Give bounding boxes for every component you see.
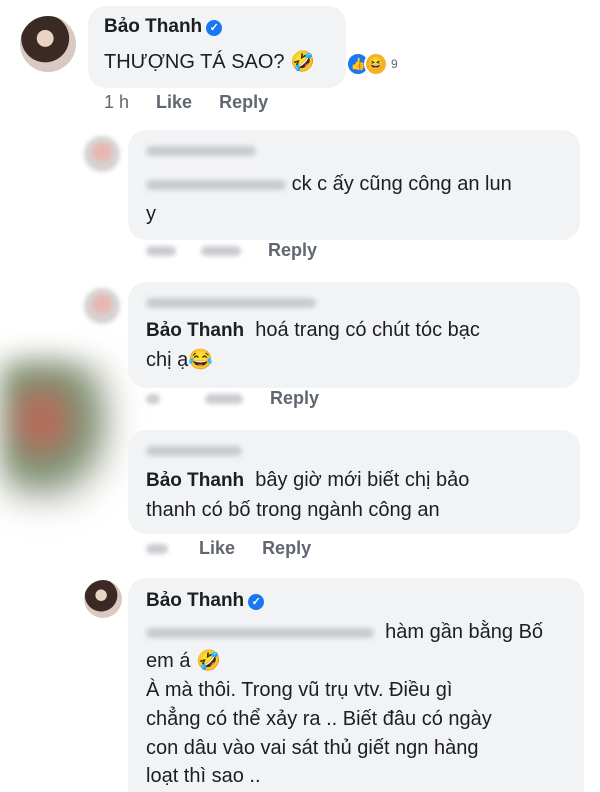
avatar[interactable]: [20, 16, 76, 72]
blurred-background-image: [0, 360, 120, 510]
reply-author[interactable]: Bảo Thanh: [146, 590, 244, 611]
blurred-tag: [146, 627, 374, 638]
reply-text-row: ck c ấy cũng công an lun: [146, 170, 512, 199]
reply-text-row: chị ạ😂: [146, 346, 213, 375]
laughing-emoji-icon: 😂: [188, 349, 214, 371]
reply-text-line: con dâu vào vai sát thủ giết ngn hàng: [146, 737, 479, 759]
laughing-emoji-icon: 🤣: [290, 51, 316, 73]
avatar[interactable]: [84, 136, 120, 172]
comment-author[interactable]: Bảo Thanh: [104, 16, 202, 37]
like-link[interactable]: Like: [199, 538, 235, 558]
reply-bubble: Bảo Thanh ✓ hàm gần bằng Bố em á 🤣 À mà t…: [128, 578, 584, 792]
reply-text-row: em á 🤣: [146, 647, 221, 676]
reply-text-line: chẳng có thể xảy ra .. Biết đâu có ngày: [146, 708, 492, 730]
blurred-author-name: [146, 445, 242, 456]
reply-text-line: hàm gần bằng Bố: [385, 621, 544, 643]
avatar[interactable]: [84, 288, 120, 324]
like-link[interactable]: Like: [156, 92, 192, 112]
reply-meta: Like Reply: [146, 538, 333, 559]
reply-meta: Reply: [146, 388, 341, 409]
reply-text-line: chị ạ: [146, 349, 189, 371]
reply-link[interactable]: Reply: [219, 92, 268, 112]
reaction-count: 9: [391, 57, 398, 71]
reply-text-line: bây giờ mới biết chị bảo: [255, 469, 470, 491]
comment-meta: 1 h Like Reply: [104, 92, 290, 113]
comment-time[interactable]: 1 h: [104, 92, 129, 112]
blurred-tag: [146, 179, 286, 190]
blurred-like: [201, 246, 242, 257]
haha-reaction-icon: 😆: [364, 52, 388, 76]
tagged-name[interactable]: Bảo Thanh: [146, 320, 244, 341]
comment-text: THƯỢNG TÁ SAO?: [104, 51, 285, 73]
comment-bubble: Bảo Thanh ✓ THƯỢNG TÁ SAO? 🤣: [88, 6, 346, 88]
reply-text-line: ck c ấy cũng công an lun: [291, 173, 512, 195]
blurred-author-name: [146, 297, 316, 308]
reply-text-row: Bảo Thanh hoá trang có chút tóc bạc: [146, 316, 480, 345]
reply-bubble: Bảo Thanh hoá trang có chút tóc bạc chị …: [128, 282, 580, 388]
blurred-time: [146, 246, 176, 257]
reply-meta: Reply: [146, 240, 339, 261]
reply-link[interactable]: Reply: [270, 388, 319, 408]
reply-bubble: Bảo Thanh bây giờ mới biết chị bảo thanh…: [128, 430, 580, 534]
reply-text-line: À mà thôi. Trong vũ trụ vtv. Điều gì: [146, 679, 453, 701]
avatar[interactable]: [84, 580, 122, 618]
reply-text-line: thanh có bố trong ngành công an: [146, 499, 440, 521]
reply-link[interactable]: Reply: [262, 538, 311, 558]
laughing-emoji-icon: 🤣: [196, 650, 221, 672]
verified-icon: ✓: [248, 594, 265, 610]
blurred-time: [146, 544, 168, 555]
reply-text-line: y: [146, 203, 156, 225]
reply-link[interactable]: Reply: [268, 240, 317, 260]
reply-text-row: Bảo Thanh bây giờ mới biết chị bảo: [146, 466, 469, 495]
blurred-time: [146, 394, 160, 405]
blurred-like: [205, 394, 244, 405]
verified-icon: ✓: [206, 20, 223, 36]
reply-text-line: hoá trang có chút tóc bạc: [255, 319, 480, 341]
reaction-summary[interactable]: 👍 😆 9: [346, 52, 398, 76]
comment-text-row: THƯỢNG TÁ SAO? 🤣: [104, 48, 315, 77]
reply-bubble: ck c ấy cũng công an lun y: [128, 130, 580, 240]
reply-text-line: em á: [146, 650, 191, 672]
reply-text-line: loạt thì sao ..: [146, 765, 261, 787]
blurred-author-name: [146, 145, 256, 156]
tagged-name[interactable]: Bảo Thanh: [146, 470, 244, 491]
reply-text-row: hàm gần bằng Bố: [146, 618, 543, 647]
